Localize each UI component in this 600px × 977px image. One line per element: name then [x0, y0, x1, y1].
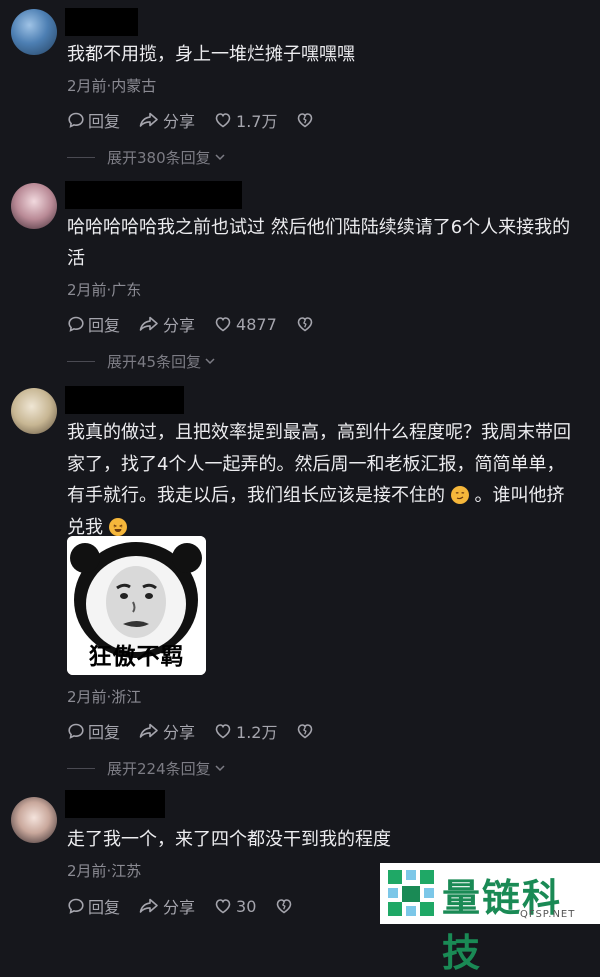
sticker-caption: 狂傲不羁: [88, 644, 185, 670]
reply-icon: [68, 898, 84, 914]
share-button[interactable]: 分享: [138, 894, 195, 918]
broken-heart-icon: [298, 113, 313, 128]
share-label: 分享: [163, 898, 196, 917]
like-count: 1.2万: [236, 723, 278, 742]
avatar[interactable]: [11, 388, 57, 434]
panda-meme-sticker[interactable]: 狂傲不羁: [67, 536, 206, 675]
expand-replies-label: 展开45条回复: [107, 352, 202, 371]
redacted-username[interactable]: [65, 790, 165, 818]
like-count: 1.7万: [236, 112, 278, 131]
comment-meta: 2月前·浙江: [67, 688, 142, 706]
heart-icon: [215, 899, 231, 914]
redacted-username[interactable]: [65, 386, 184, 414]
comment-actions: 回复 分享 1.7万: [67, 107, 336, 133]
reply-icon: [68, 316, 84, 332]
dislike-button[interactable]: [295, 315, 318, 333]
divider: [67, 156, 95, 158]
expand-replies[interactable]: 展开380条回复: [67, 146, 227, 168]
comment-text: 我都不用揽，身上一堆烂摊子嘿嘿嘿: [67, 44, 355, 65]
like-button[interactable]: 1.7万: [213, 108, 277, 132]
qr-logo-icon: [388, 870, 434, 916]
reply-button[interactable]: 回复: [67, 312, 120, 336]
laughing-emoji-icon: [108, 517, 127, 536]
broken-heart-icon: [277, 899, 292, 914]
comment-actions: 回复 分享 1.2万: [67, 718, 336, 744]
divider: [67, 767, 95, 769]
like-button[interactable]: 4877: [213, 315, 277, 334]
comment-actions: 回复 分享 4877: [67, 311, 336, 337]
share-icon: [139, 112, 158, 127]
dislike-button[interactable]: [295, 722, 318, 740]
heart-icon: [215, 113, 231, 128]
share-label: 分享: [163, 723, 196, 742]
divider: [67, 360, 95, 362]
like-count: 4877: [236, 314, 277, 334]
reply-label: 回复: [88, 898, 121, 917]
smirk-emoji-icon: [450, 486, 469, 504]
dislike-button[interactable]: [274, 897, 297, 915]
like-button[interactable]: 1.2万: [213, 719, 277, 743]
expand-replies-label: 展开224条回复: [107, 759, 211, 778]
share-icon: [139, 898, 158, 913]
like-button[interactable]: 30: [213, 897, 256, 916]
share-label: 分享: [163, 316, 196, 335]
redacted-username[interactable]: [65, 8, 138, 36]
comment-meta: 2月前·江苏: [67, 862, 142, 880]
like-count: 30: [236, 896, 257, 916]
reply-button[interactable]: 回复: [67, 719, 120, 743]
avatar[interactable]: [11, 183, 57, 229]
dislike-button[interactable]: [295, 111, 318, 129]
comment-actions: 回复 分享 30: [67, 893, 315, 919]
expand-replies-label: 展开380条回复: [107, 148, 211, 167]
comment-meta: 2月前·内蒙古: [67, 77, 157, 95]
reply-label: 回复: [88, 316, 121, 335]
share-icon: [139, 723, 158, 738]
reply-icon: [68, 723, 84, 739]
reply-icon: [68, 112, 84, 128]
share-button[interactable]: 分享: [138, 719, 195, 743]
reply-button[interactable]: 回复: [67, 894, 120, 918]
expand-replies[interactable]: 展开224条回复: [67, 757, 227, 779]
watermark-subtext: QFSP.NET: [520, 909, 576, 920]
comment-text: 我真的做过，且把效率提到最高，高到什么程度呢？我周末带回家了，找了4个人一起弄的…: [67, 417, 582, 543]
comment-text: 哈哈哈哈哈我之前也试过 然后他们陆陆续续请了6个人来接我的活: [67, 217, 571, 269]
reply-button[interactable]: 回复: [67, 108, 120, 132]
watermark: 量链科技 QFSP.NET: [380, 863, 600, 975]
redacted-username[interactable]: [65, 181, 242, 209]
share-label: 分享: [163, 112, 196, 131]
heart-icon: [215, 317, 231, 332]
share-icon: [139, 316, 158, 331]
chevron-down-icon: [215, 765, 225, 772]
avatar[interactable]: [11, 797, 57, 843]
broken-heart-icon: [298, 724, 313, 739]
chevron-down-icon: [205, 358, 215, 365]
heart-icon: [215, 724, 231, 739]
watermark-text: 量链科技: [442, 876, 563, 975]
comment-text: 走了我一个，来了四个都没干到我的程度: [67, 829, 391, 850]
share-button[interactable]: 分享: [138, 312, 195, 336]
expand-replies[interactable]: 展开45条回复: [67, 350, 217, 372]
reply-label: 回复: [88, 723, 121, 742]
avatar[interactable]: [11, 9, 57, 55]
share-button[interactable]: 分享: [138, 108, 195, 132]
chevron-down-icon: [215, 154, 225, 161]
reply-label: 回复: [88, 112, 121, 131]
comment-meta: 2月前·广东: [67, 281, 142, 299]
broken-heart-icon: [297, 317, 313, 332]
